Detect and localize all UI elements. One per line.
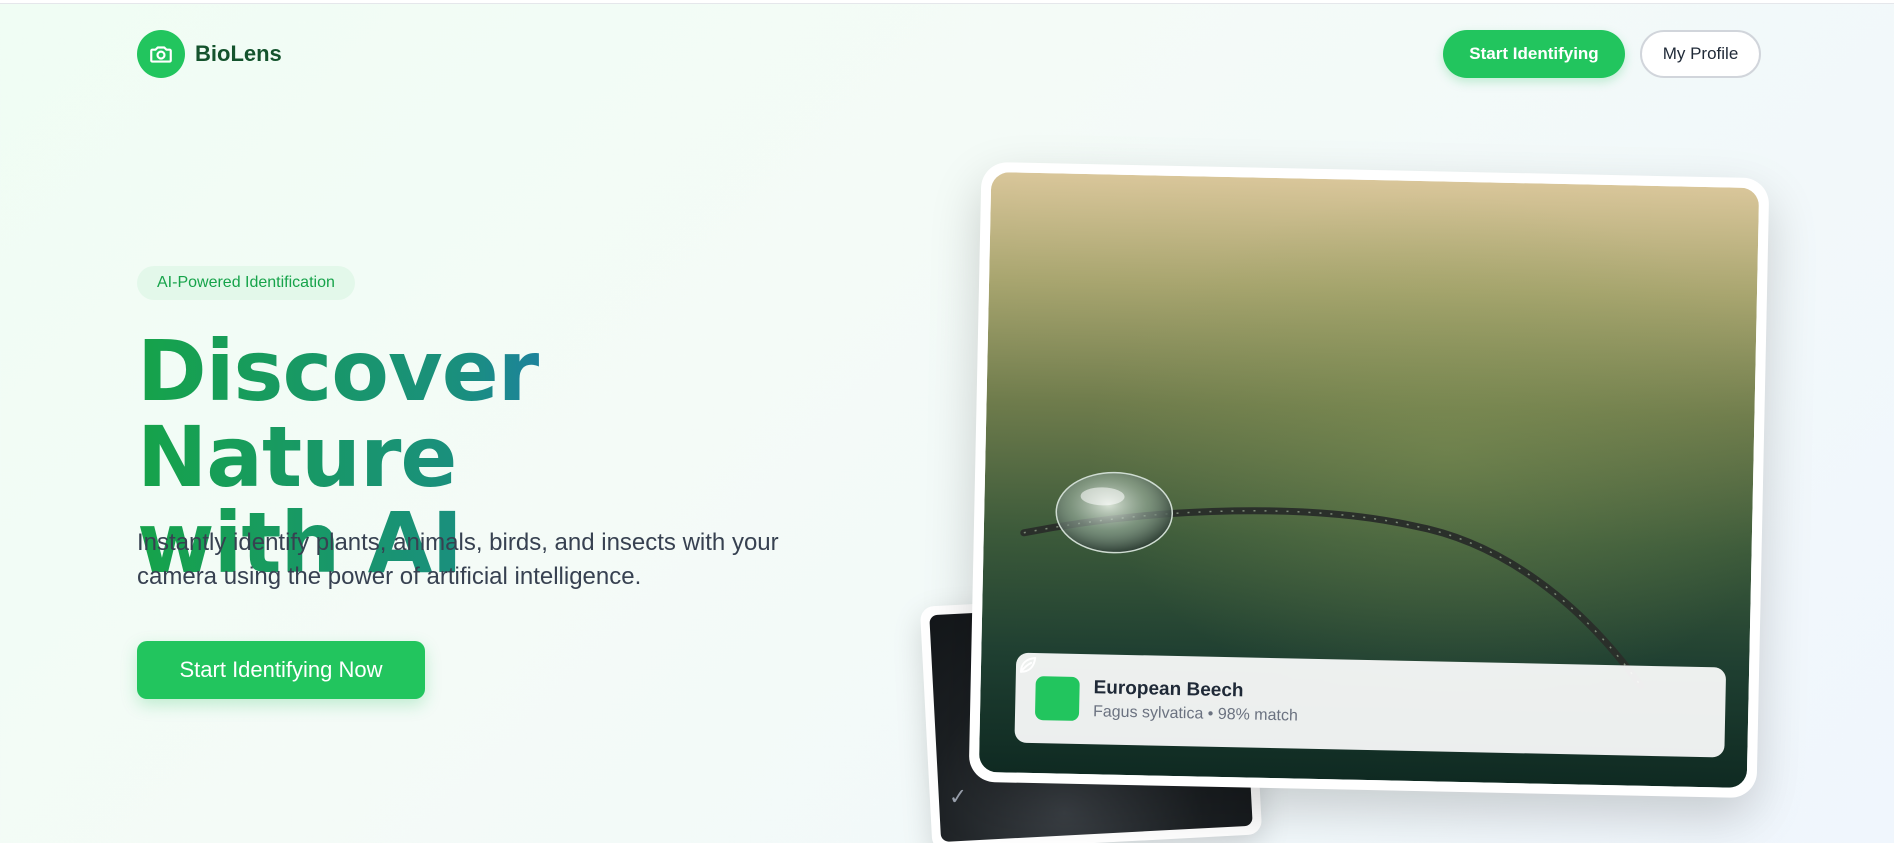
species-details: Fagus sylvatica • 98% match <box>1092 703 1299 725</box>
brand-logo[interactable]: BioLens <box>137 30 282 78</box>
feature-badge: AI-Powered Identification <box>137 266 355 300</box>
check-icon: ✓ <box>948 783 968 810</box>
camera-icon <box>137 30 185 78</box>
identification-result[interactable]: European Beech Fagus sylvatica • 98% mat… <box>1014 652 1727 758</box>
species-name: European Beech <box>1093 677 1244 702</box>
hero-subtitle: Instantly identify plants, animals, bird… <box>137 529 779 590</box>
brand-name: BioLens <box>195 41 282 66</box>
top-border <box>0 0 1894 4</box>
nature-photo: European Beech Fagus sylvatica • 98% mat… <box>978 172 1760 788</box>
leaf-icon <box>1019 657 1080 721</box>
my-profile-button[interactable]: My Profile <box>1640 30 1761 78</box>
start-identifying-button[interactable]: Start Identifying <box>1443 30 1625 78</box>
identification-photo-card: European Beech Fagus sylvatica • 98% mat… <box>968 161 1770 799</box>
start-identifying-now-button[interactable]: Start Identifying Now <box>137 641 425 699</box>
hero-title-line1: Discover Nature <box>137 322 539 506</box>
result-text: European Beech Fagus sylvatica • 98% mat… <box>1093 677 1299 725</box>
